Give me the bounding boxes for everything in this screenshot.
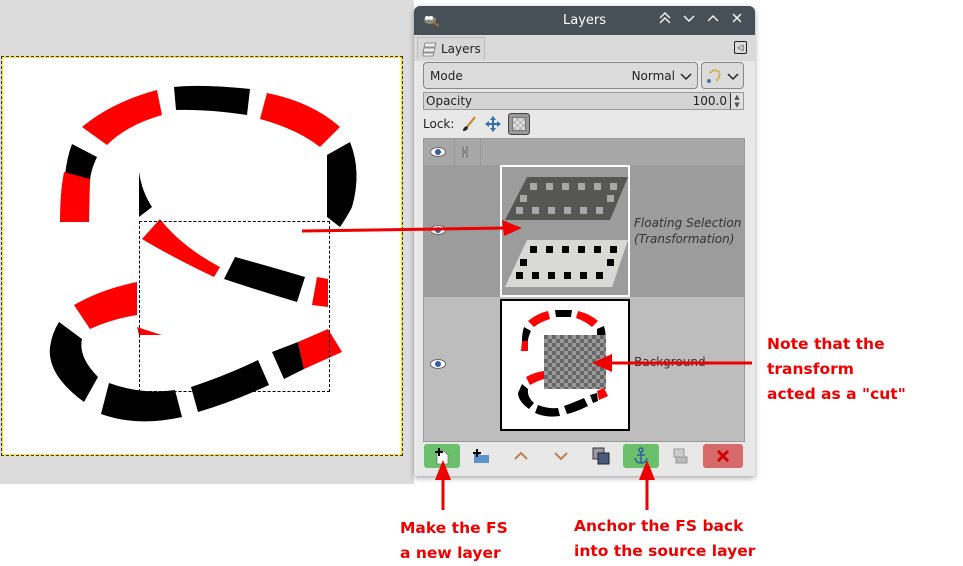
chevron-down-icon	[727, 73, 739, 81]
layers-list: Floating Selection (Transformation) Back…	[423, 138, 745, 442]
chevron-up-icon	[514, 451, 528, 460]
path-segment	[327, 142, 357, 227]
layers-list-header	[424, 139, 744, 166]
mode-value: Normal	[631, 69, 675, 83]
chevron-down-icon	[680, 73, 692, 81]
path-segment	[142, 219, 220, 277]
lock-alpha-toggle[interactable]	[508, 113, 531, 135]
new-layer-button[interactable]	[424, 444, 460, 468]
duplicate-layer-button[interactable]	[583, 444, 619, 468]
close-icon	[732, 13, 742, 23]
path-segment	[224, 257, 305, 302]
layer-name-background: Background	[634, 355, 706, 369]
header-divider	[454, 139, 455, 165]
opacity-value: 100.0	[692, 94, 727, 108]
layers-dialog: Layers Layers ◁ Mode Normal Opacity 100.…	[414, 6, 755, 476]
path-segment	[60, 172, 90, 222]
layer-row-floating-selection[interactable]: Floating Selection (Transformation)	[424, 165, 744, 297]
path-segment	[139, 172, 152, 217]
path-segment	[74, 282, 137, 329]
lower-layer-button[interactable]	[543, 444, 579, 468]
path-segment	[191, 360, 269, 412]
close-button[interactable]	[728, 11, 746, 29]
delete-layer-button[interactable]	[703, 444, 743, 468]
duplicate-icon	[592, 447, 610, 465]
path-segment	[174, 85, 250, 115]
layer-row-background[interactable]: Background	[424, 297, 744, 441]
lock-label: Lock:	[423, 117, 455, 131]
layers-button-bar	[423, 444, 745, 470]
image-canvas[interactable]	[1, 56, 403, 456]
new-layer-group-button[interactable]	[463, 444, 499, 468]
layer-thumbnail	[500, 299, 630, 431]
chevron-down-icon	[683, 15, 695, 22]
visibility-eye-icon[interactable]	[430, 225, 446, 235]
dock-tab-row: Layers ◁	[414, 35, 755, 61]
visibility-header-eye-icon	[430, 147, 446, 157]
mode-dropdown[interactable]: Mode Normal	[423, 62, 698, 89]
path-segment	[137, 327, 162, 335]
path-segment	[82, 90, 162, 145]
header-divider	[480, 139, 481, 165]
new-layer-icon	[435, 448, 449, 465]
opacity-stepper[interactable]: ▲ ▼	[730, 93, 743, 109]
chevron-up-icon	[707, 15, 719, 22]
annotation-make-new-layer: Make the FS a new layer	[400, 519, 508, 562]
canvas-drawing	[49, 85, 357, 422]
layer-name-line2: (Transformation)	[634, 232, 735, 246]
tab-layers-label: Layers	[441, 42, 481, 56]
path-segment	[49, 322, 98, 402]
chevron-down-icon	[554, 452, 568, 461]
merge-down-icon	[673, 448, 688, 464]
annotation-cut-note: Note that the transform acted as a "cut"	[767, 335, 906, 403]
composite-mode-icon	[707, 69, 721, 83]
composite-mode-button[interactable]	[701, 62, 744, 89]
path-segment	[272, 342, 304, 379]
tab-menu-button[interactable]: ◁	[734, 41, 747, 54]
minimize-button[interactable]	[680, 11, 698, 29]
tab-layers[interactable]: Layers	[417, 37, 485, 60]
layer-thumbnail	[500, 165, 630, 297]
raise-layer-button[interactable]	[503, 444, 539, 468]
path-segment	[101, 383, 182, 422]
opacity-label: Opacity	[426, 94, 473, 108]
path-segment	[298, 329, 342, 369]
opacity-spinscale[interactable]: Opacity 100.0 ▲ ▼	[423, 92, 744, 110]
layers-icon	[422, 42, 437, 57]
shade-up-button[interactable]	[656, 11, 674, 29]
chain-link-header-icon	[461, 146, 469, 158]
lock-row: Lock:	[423, 112, 531, 136]
delete-x-icon	[716, 449, 730, 463]
merge-down-button[interactable]	[663, 444, 699, 468]
layer-name-line1: Floating Selection	[634, 216, 742, 230]
layer-name-floating-selection: Floating Selection (Transformation)	[634, 215, 741, 247]
visibility-eye-icon[interactable]	[430, 359, 446, 369]
double-chevron-up-icon	[659, 12, 671, 24]
lock-position-move-icon[interactable]	[484, 115, 502, 133]
tab-menu-icon: ◁	[737, 43, 744, 52]
anchor-layer-button[interactable]	[623, 444, 659, 468]
mode-label: Mode	[430, 69, 463, 83]
annotation-anchor: Anchor the FS back into the source layer	[574, 517, 756, 560]
maximize-button[interactable]	[704, 11, 722, 29]
path-segment	[312, 277, 328, 307]
new-folder-icon	[473, 449, 489, 463]
dialog-titlebar[interactable]: Layers	[414, 6, 755, 35]
anchor-icon	[634, 447, 648, 464]
lock-pixels-brush-icon[interactable]	[460, 115, 478, 133]
path-segment	[260, 93, 340, 147]
